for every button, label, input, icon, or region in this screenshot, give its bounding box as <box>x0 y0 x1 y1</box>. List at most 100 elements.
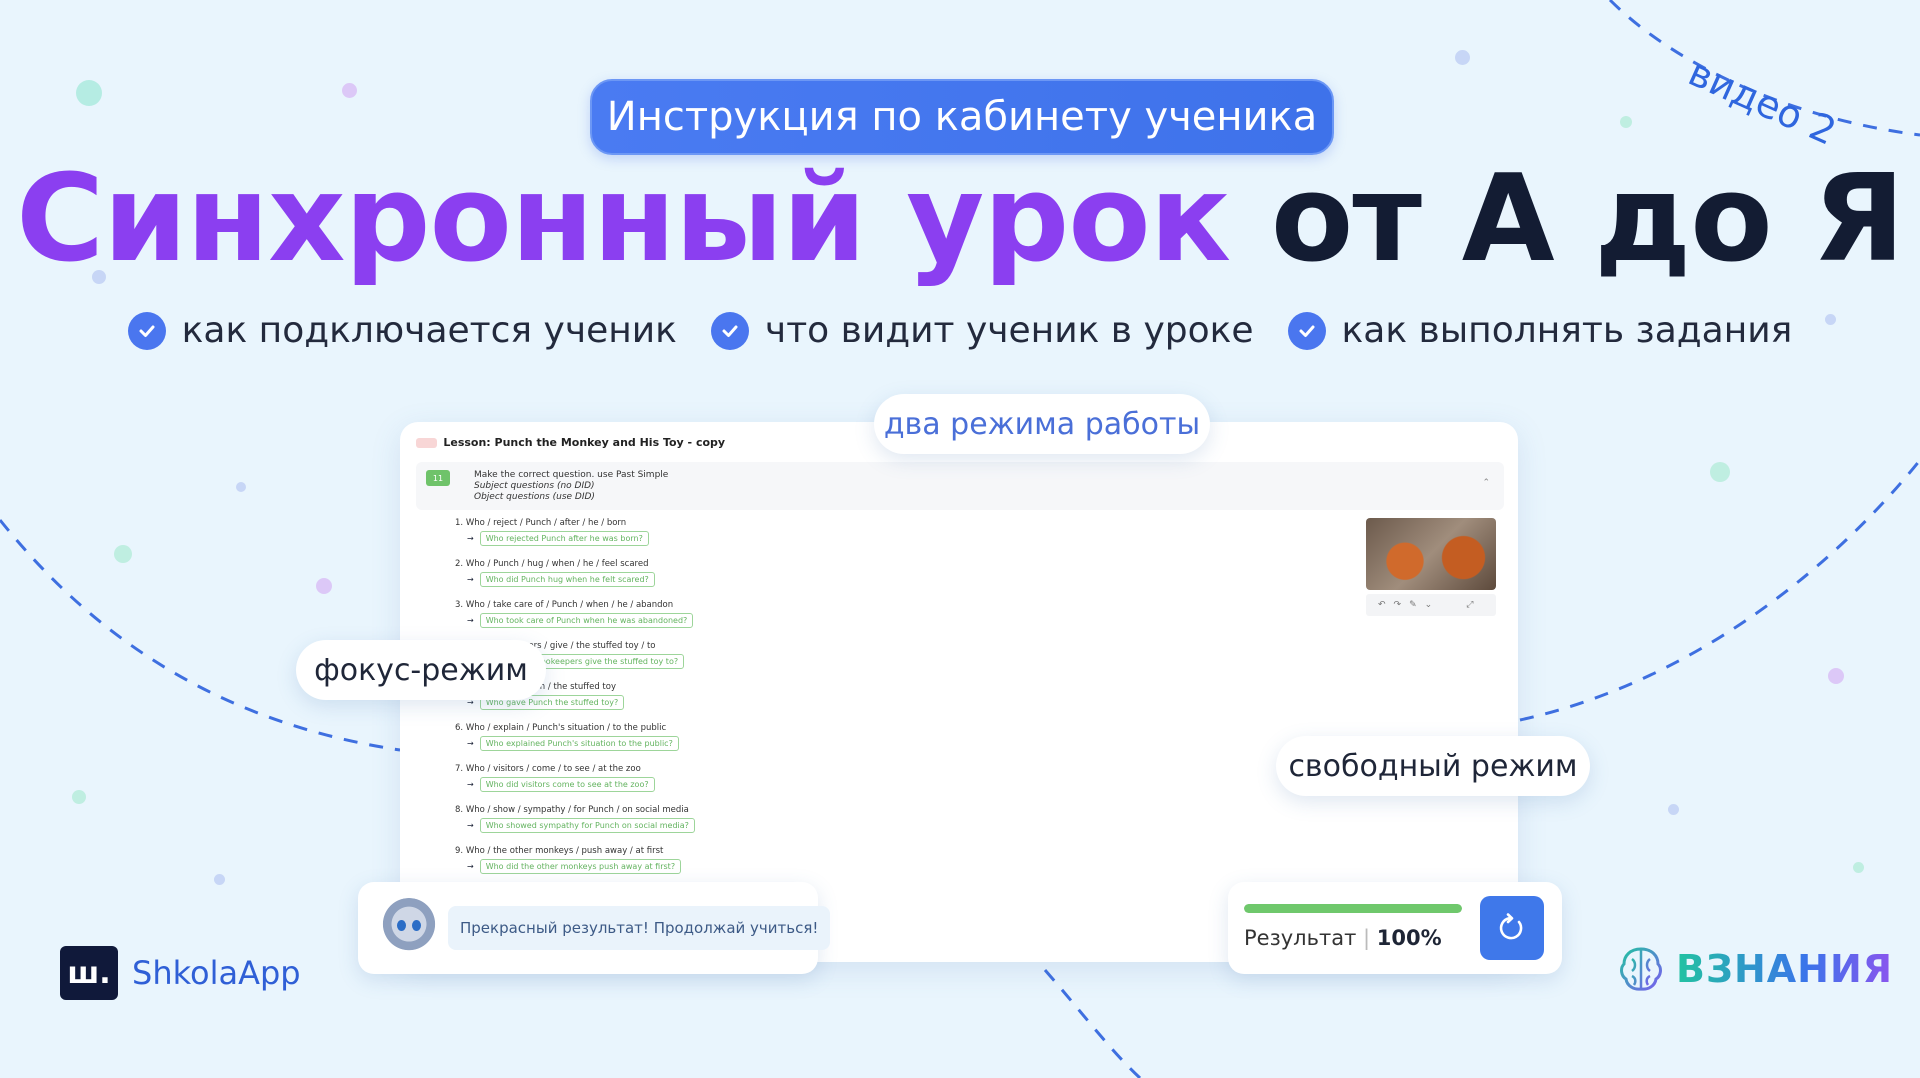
lesson-screen: Lesson: Punch the Monkey and His Toy - c… <box>400 422 1518 962</box>
item-number: 1. <box>455 518 464 528</box>
decor-dot <box>214 874 225 885</box>
two-modes-label: два режима работы <box>874 394 1210 454</box>
decor-dot <box>1455 50 1470 65</box>
pen-icon[interactable]: ✎ <box>1409 600 1417 610</box>
lesson-photo[interactable] <box>1366 518 1496 590</box>
refresh-button[interactable] <box>1480 896 1544 960</box>
item-question: Who / explain / Punch's situation / to t… <box>465 723 667 733</box>
feedback-card: Прекрасный результат! Продолжай учиться! <box>358 882 831 974</box>
list-item: 2. Who / Punch / hug / when / he / feel … <box>455 559 695 587</box>
task-instruction: Make the correct question. use Past Simp… <box>474 470 668 503</box>
arrow-icon: → <box>467 534 474 543</box>
arrow-icon: → <box>467 616 474 625</box>
task-hint: Object questions (use DID) <box>474 492 595 502</box>
list-item: 7. Who / visitors / come / to see / at t… <box>455 764 695 792</box>
shkolaapp-logo: ш. ShkolaApp <box>60 946 301 1000</box>
list-item: 8. Who / show / sympathy / for Punch / o… <box>455 805 695 833</box>
answer-field[interactable]: Who showed sympathy for Punch on social … <box>479 818 695 833</box>
brain-icon <box>1620 947 1662 991</box>
item-number: 2. <box>455 559 464 569</box>
undo-icon[interactable]: ↶ <box>1378 600 1386 610</box>
task-hint: Subject questions (no DID) <box>474 481 595 491</box>
focus-mode-label: фокус-режим <box>296 640 546 700</box>
vznania-name: ВЗНАНИЯ <box>1676 947 1894 991</box>
result-label: Результат <box>1244 926 1357 950</box>
item-question: Who / the other monkeys / push away / at… <box>465 846 664 856</box>
decor-dot <box>236 482 246 492</box>
task-number: 11 <box>426 470 450 486</box>
shkolaapp-mark: ш. <box>60 946 118 1000</box>
answer-field[interactable]: Who explained Punch's situation to the p… <box>479 736 679 751</box>
feature-item: как выполнять задания <box>1287 310 1793 351</box>
lesson-title: Lesson: Punch the Monkey and His Toy - c… <box>416 436 725 449</box>
decor-dot <box>72 790 86 804</box>
task-header[interactable]: 11 Make the correct question. use Past S… <box>416 462 1504 510</box>
title-part-dark: от А до Я <box>1270 150 1905 289</box>
chevron-down-icon[interactable]: ⌄ <box>1425 600 1433 610</box>
answer-field[interactable]: Who did the other monkeys push away at f… <box>479 859 682 874</box>
decor-dot <box>1620 116 1632 128</box>
result-value: 100% <box>1376 926 1442 950</box>
item-number: 9. <box>455 846 464 856</box>
feature-label: как выполнять задания <box>1341 310 1793 351</box>
decor-dot <box>1853 862 1864 873</box>
arrow-icon: → <box>467 575 474 584</box>
item-number: 8. <box>455 805 464 815</box>
chevron-up-icon[interactable]: ⌃ <box>1482 478 1490 488</box>
list-item: 1. Who / reject / Punch / after / he / b… <box>455 518 695 546</box>
item-number: 7. <box>455 764 464 774</box>
result-progress-bar <box>1244 904 1462 913</box>
item-question: Who / take care of / Punch / when / he /… <box>465 600 674 610</box>
header-pill: Инструкция по кабинету ученика <box>590 79 1334 155</box>
question-list: 1. Who / reject / Punch / after / he / b… <box>455 518 695 887</box>
feedback-message: Прекрасный результат! Продолжай учиться! <box>448 906 831 950</box>
decor-dot <box>1828 668 1844 684</box>
feature-label: как подключается ученик <box>181 310 677 351</box>
feature-item: что видит ученик в уроке <box>710 310 1254 351</box>
list-item: 6. Who / explain / Punch's situation / t… <box>455 723 695 751</box>
item-question: Who / Punch / hug / when / he / feel sca… <box>465 559 649 569</box>
result-card: Результат | 100% <box>1228 882 1562 974</box>
decor-dot <box>342 83 357 98</box>
feature-item: как подключается ученик <box>127 310 677 351</box>
check-icon <box>710 311 749 350</box>
lesson-badge <box>416 437 438 448</box>
answer-field[interactable]: Who rejected Punch after he was born? <box>479 531 649 546</box>
expand-icon[interactable]: ⤢ <box>1466 600 1473 610</box>
decor-dot <box>316 578 332 594</box>
list-item: 9. Who / the other monkeys / push away /… <box>455 846 695 874</box>
item-question: Who / visitors / come / to see / at the … <box>465 764 641 774</box>
arrow-icon: → <box>467 821 474 830</box>
decor-dot <box>1710 462 1730 482</box>
arrow-icon: → <box>467 862 474 871</box>
page-title: Синхронный урок от А до Я <box>0 150 1920 289</box>
decor-dot <box>76 80 102 106</box>
redo-icon[interactable]: ↷ <box>1394 600 1402 610</box>
check-icon <box>127 311 166 350</box>
shkolaapp-name: ShkolaApp <box>132 954 301 992</box>
arrow-icon: → <box>467 739 474 748</box>
answer-field[interactable]: Who did visitors come to see at the zoo? <box>479 777 655 792</box>
item-number: 6. <box>455 723 464 733</box>
result-text: Результат | 100% <box>1244 926 1442 950</box>
check-icon <box>1287 311 1326 350</box>
title-part-purple: Синхронный урок <box>16 150 1231 289</box>
free-mode-label: свободный режим <box>1276 736 1590 796</box>
photo-toolbar: ↶ ↷ ✎ ⌄ ⤢ <box>1366 594 1496 616</box>
item-question: Who / reject / Punch / after / he / born <box>465 518 627 528</box>
list-item: 3. Who / take care of / Punch / when / h… <box>455 600 695 628</box>
answer-field[interactable]: Who did Punch hug when he felt scared? <box>479 572 655 587</box>
arrow-icon: → <box>467 780 474 789</box>
lesson-title-text: Lesson: Punch the Monkey and His Toy - c… <box>443 436 726 449</box>
item-number: 3. <box>455 600 464 610</box>
refresh-icon <box>1499 913 1523 940</box>
item-question: Who / show / sympathy / for Punch / on s… <box>465 805 689 815</box>
features-list: как подключается ученик что видит ученик… <box>0 310 1920 351</box>
task-instruction-text: Make the correct question. use Past Simp… <box>474 470 669 480</box>
decor-dot <box>114 545 132 563</box>
cat-mascot-icon <box>380 898 438 956</box>
answer-field[interactable]: Who took care of Punch when he was aband… <box>479 613 694 628</box>
feature-label: что видит ученик в уроке <box>764 310 1254 351</box>
result-progress-fill <box>1244 904 1462 913</box>
vznania-logo: ВЗНАНИЯ <box>1616 944 1893 994</box>
